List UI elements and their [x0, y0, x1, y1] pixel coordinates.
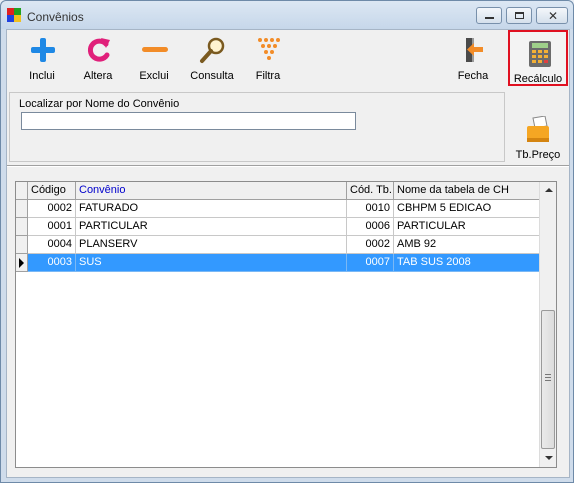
plus-icon [31, 38, 55, 62]
table-row[interactable]: 0001 PARTICULAR 0006 PARTICULAR [16, 218, 540, 236]
tbpreco-button[interactable]: Tb.Preço [508, 108, 568, 164]
grid-indicator-header [16, 182, 28, 200]
cell-codigo: 0001 [28, 218, 76, 236]
consulta-label: Consulta [190, 70, 234, 82]
minimize-icon [485, 17, 494, 19]
column-header-tabela[interactable]: Nome da tabela de CH [394, 182, 540, 200]
calculator-icon [529, 41, 551, 67]
maximize-icon [515, 12, 524, 19]
exit-door-icon [466, 38, 483, 62]
column-header-codigo[interactable]: Código [28, 182, 76, 200]
cell-tabela: TAB SUS 2008 [394, 254, 540, 272]
altera-label: Altera [83, 70, 113, 82]
cell-codigo: 0003 [28, 254, 76, 272]
cell-codigo: 0002 [28, 200, 76, 218]
maximize-button[interactable] [506, 7, 532, 24]
scrollbar-thumb[interactable] [541, 310, 555, 449]
recalculo-button[interactable]: Recálculo [508, 30, 568, 86]
search-label: Localizar por Nome do Convênio [19, 98, 180, 110]
row-indicator [16, 200, 28, 218]
cell-cod-tb: 0002 [347, 236, 394, 254]
table-row-selected[interactable]: 0003 SUS 0007 TAB SUS 2008 [16, 254, 540, 272]
fecha-button[interactable]: Fecha [446, 32, 500, 88]
cell-convenio: PARTICULAR [76, 218, 347, 236]
price-table-icon [527, 116, 549, 142]
column-header-convenio[interactable]: Convênio [76, 182, 347, 200]
table-row[interactable]: 0002 FATURADO 0010 CBHPM 5 EDICAO [16, 200, 540, 218]
recalculo-label: Recálculo [513, 73, 563, 85]
scroll-up-button[interactable] [540, 182, 556, 199]
convenios-window: Convênios ✕ Inclui Altera Exclui Consult… [0, 0, 574, 483]
cell-tabela: PARTICULAR [394, 218, 540, 236]
scroll-up-icon [545, 188, 553, 192]
title-bar[interactable]: Convênios ✕ [1, 1, 573, 29]
vertical-scrollbar[interactable] [539, 182, 556, 467]
cell-convenio: SUS [76, 254, 347, 272]
cell-convenio: FATURADO [76, 200, 347, 218]
toolbar: Inclui Altera Exclui Consulta Filtra Fec… [9, 32, 505, 90]
cell-cod-tb: 0010 [347, 200, 394, 218]
cell-cod-tb: 0006 [347, 218, 394, 236]
minimize-button[interactable] [476, 7, 502, 24]
search-input[interactable] [21, 112, 356, 130]
close-icon: ✕ [548, 9, 559, 23]
column-header-cod-tb[interactable]: Cód. Tb. [347, 182, 394, 200]
filtra-label: Filtra [255, 70, 281, 82]
refresh-icon [87, 38, 110, 62]
scroll-down-button[interactable] [540, 450, 556, 467]
fecha-label: Fecha [457, 70, 489, 82]
cell-codigo: 0004 [28, 236, 76, 254]
cell-tabela: AMB 92 [394, 236, 540, 254]
scroll-down-icon [545, 456, 553, 460]
minus-icon [142, 47, 168, 52]
inclui-label: Inclui [29, 70, 55, 82]
consulta-button[interactable]: Consulta [183, 32, 241, 88]
cell-tabela: CBHPM 5 EDICAO [394, 200, 540, 218]
current-row-arrow-icon [19, 258, 24, 268]
row-indicator [16, 218, 28, 236]
app-icon [7, 8, 21, 22]
cell-convenio: PLANSERV [76, 236, 347, 254]
row-indicator [16, 254, 28, 272]
convenios-grid[interactable]: Código Convênio Cód. Tb. Nome da tabela … [15, 181, 557, 468]
filtra-button[interactable]: Filtra [241, 32, 295, 88]
divider [7, 165, 569, 167]
tbpreco-label: Tb.Preço [515, 149, 561, 161]
client-area: Inclui Altera Exclui Consulta Filtra Fec… [6, 29, 570, 478]
row-indicator [16, 236, 28, 254]
cell-cod-tb: 0007 [347, 254, 394, 272]
inclui-button[interactable]: Inclui [15, 32, 69, 88]
altera-button[interactable]: Altera [71, 32, 125, 88]
magnifier-icon [200, 37, 225, 63]
window-title: Convênios [27, 10, 84, 24]
exclui-button[interactable]: Exclui [127, 32, 181, 88]
exclui-label: Exclui [139, 70, 169, 82]
close-button[interactable]: ✕ [536, 7, 568, 24]
filter-icon [258, 38, 280, 60]
search-panel: Localizar por Nome do Convênio [9, 92, 505, 162]
table-row[interactable]: 0004 PLANSERV 0002 AMB 92 [16, 236, 540, 254]
